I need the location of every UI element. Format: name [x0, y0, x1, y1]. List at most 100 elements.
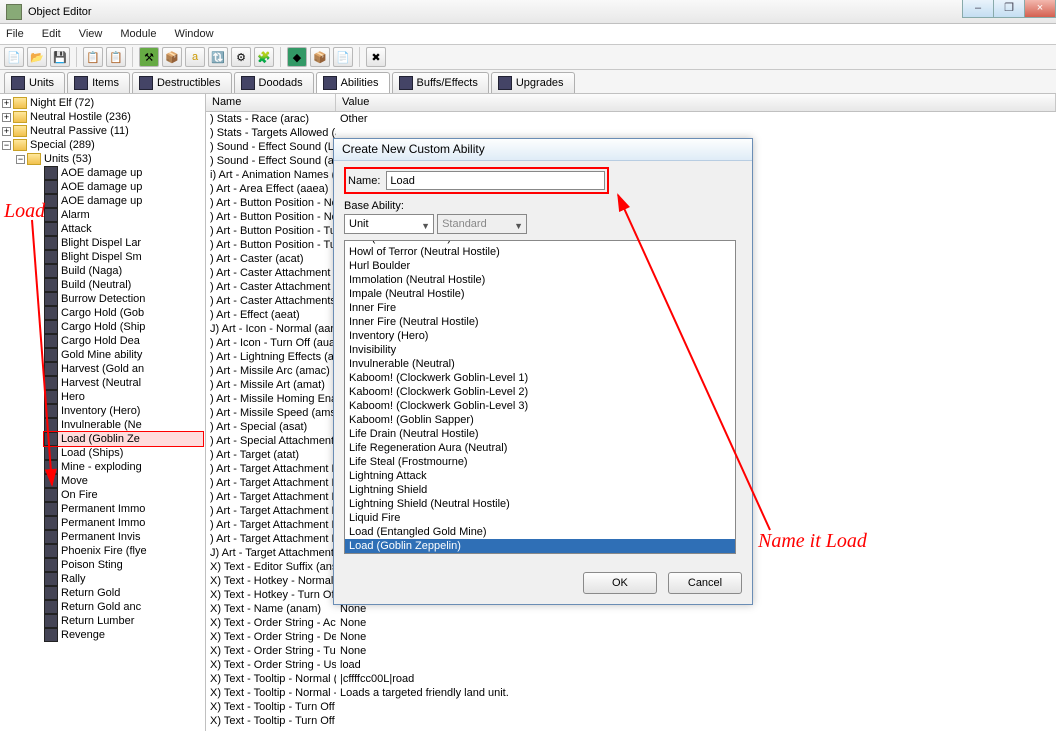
tree-item[interactable]: Poison Sting	[44, 558, 203, 572]
property-row[interactable]: ) Stats - Race (arac)Other	[206, 112, 1056, 126]
list-item[interactable]: Lightning Shield	[345, 483, 735, 497]
tree-item[interactable]: Mine - exploding	[44, 460, 203, 474]
category-combo[interactable]: Unit	[344, 214, 434, 234]
tree-item[interactable]: AOE damage up	[44, 194, 203, 208]
tree-item[interactable]: Harvest (Neutral	[44, 376, 203, 390]
tree-item[interactable]: On Fire	[44, 488, 203, 502]
expand-icon[interactable]: −	[2, 141, 11, 150]
tree-item[interactable]: Alarm	[44, 208, 203, 222]
save-icon[interactable]: 💾	[50, 47, 70, 67]
tool-icon[interactable]: 📦	[162, 47, 182, 67]
property-row[interactable]: X) Text - Tooltip - Turn Off (a...	[206, 700, 1056, 714]
menu-edit[interactable]: Edit	[40, 26, 63, 42]
tree-item[interactable]: Burrow Detection	[44, 292, 203, 306]
list-item[interactable]: Load (Goblin Zeppelin)	[345, 539, 735, 553]
list-item[interactable]: Kaboom! (Clockwerk Goblin-Level 3)	[345, 399, 735, 413]
tree-folder[interactable]: Neutral Passive (11)	[30, 124, 129, 138]
expand-icon[interactable]: +	[2, 127, 11, 136]
list-item[interactable]: Kaboom! (Goblin Sapper)	[345, 413, 735, 427]
list-item[interactable]: Immolation (Neutral Hostile)	[345, 273, 735, 287]
property-row[interactable]: X) Text - Order String - Use/...load	[206, 658, 1056, 672]
tree-item[interactable]: Rally	[44, 572, 203, 586]
list-item[interactable]: Load (Entangled Gold Mine)	[345, 525, 735, 539]
list-item[interactable]: Kaboom! (Clockwerk Goblin-Level 2)	[345, 385, 735, 399]
expand-icon[interactable]: +	[2, 99, 11, 108]
list-item[interactable]: Invulnerable (Neutral)	[345, 357, 735, 371]
tree-item[interactable]: Load (Goblin Ze	[44, 432, 203, 446]
tree-item[interactable]: Permanent Immo	[44, 516, 203, 530]
base-ability-list[interactable]: HeroHex (Neutral Hostile)Howl of Terror …	[344, 240, 736, 554]
list-item[interactable]: Impale (Neutral Hostile)	[345, 287, 735, 301]
tab-destructibles[interactable]: Destructibles	[132, 72, 232, 93]
menu-file[interactable]: File	[4, 26, 26, 42]
tree-folder[interactable]: Special (289)	[30, 138, 95, 152]
tree-item[interactable]: Build (Neutral)	[44, 278, 203, 292]
tab-buffs-effects[interactable]: Buffs/Effects	[392, 72, 489, 93]
list-item[interactable]: Inner Fire (Neutral Hostile)	[345, 315, 735, 329]
tree-item[interactable]: Move	[44, 474, 203, 488]
tree-item[interactable]: AOE damage up	[44, 180, 203, 194]
list-item[interactable]: Hurl Boulder	[345, 259, 735, 273]
tool-icon[interactable]: a	[185, 47, 205, 67]
property-row[interactable]: X) Text - Order String - Turn ...None	[206, 644, 1056, 658]
list-item[interactable]: Invisibility	[345, 343, 735, 357]
list-item[interactable]: Inner Fire	[345, 301, 735, 315]
tree-item[interactable]: Revenge	[44, 628, 203, 642]
new-icon[interactable]: 📄	[4, 47, 24, 67]
menu-window[interactable]: Window	[172, 26, 215, 42]
tree-item[interactable]: Hero	[44, 390, 203, 404]
tab-abilities[interactable]: Abilities	[316, 72, 390, 93]
tree-item[interactable]: Return Lumber	[44, 614, 203, 628]
tree-item[interactable]: Cargo Hold Dea	[44, 334, 203, 348]
list-item[interactable]: Life Drain (Neutral Hostile)	[345, 427, 735, 441]
expand-icon[interactable]: −	[16, 155, 25, 164]
tree-item[interactable]: Load (Ships)	[44, 446, 203, 460]
property-row[interactable]: X) Text - Order String - Deac...None	[206, 630, 1056, 644]
tool-icon[interactable]: 📄	[333, 47, 353, 67]
tab-units[interactable]: Units	[4, 72, 65, 93]
copy-icon[interactable]: 📋	[83, 47, 103, 67]
tool-icon[interactable]: 🔃	[208, 47, 228, 67]
tree-item[interactable]: Permanent Invis	[44, 530, 203, 544]
tree-item[interactable]: Cargo Hold (Ship	[44, 320, 203, 334]
tool-icon[interactable]: ⚒	[139, 47, 159, 67]
property-row[interactable]: X) Text - Tooltip - Turn Off ...	[206, 714, 1056, 728]
tree-item[interactable]: Inventory (Hero)	[44, 404, 203, 418]
tree-item[interactable]: Build (Naga)	[44, 264, 203, 278]
list-item[interactable]: Howl of Terror (Neutral Hostile)	[345, 245, 735, 259]
tree-folder[interactable]: Night Elf (72)	[30, 96, 94, 110]
list-item[interactable]: Life Regeneration Aura (Neutral)	[345, 441, 735, 455]
list-item[interactable]: Lightning Shield (Neutral Hostile)	[345, 497, 735, 511]
expand-icon[interactable]: +	[2, 113, 11, 122]
tree-item[interactable]: AOE damage up	[44, 166, 203, 180]
tree-item[interactable]: Invulnerable (Ne	[44, 418, 203, 432]
tree-item[interactable]: Cargo Hold (Gob	[44, 306, 203, 320]
property-row[interactable]: X) Text - Tooltip - Normal (at...|cffffc…	[206, 672, 1056, 686]
tree-item[interactable]: Phoenix Fire (flye	[44, 544, 203, 558]
ok-button[interactable]: OK	[583, 572, 657, 594]
tree-item[interactable]: Permanent Immo	[44, 502, 203, 516]
close-button[interactable]: ×	[1024, 0, 1056, 18]
open-icon[interactable]: 📂	[27, 47, 47, 67]
tool-icon[interactable]: 🧩	[254, 47, 274, 67]
paste-icon[interactable]: 📋	[106, 47, 126, 67]
minimize-button[interactable]: –	[962, 0, 994, 18]
menu-view[interactable]: View	[77, 26, 105, 42]
ability-name-input[interactable]	[386, 171, 605, 190]
tab-doodads[interactable]: Doodads	[234, 72, 314, 93]
list-item[interactable]: Inventory (Hero)	[345, 329, 735, 343]
tree-item[interactable]: Blight Dispel Lar	[44, 236, 203, 250]
tree-item[interactable]: Gold Mine ability	[44, 348, 203, 362]
tool-icon[interactable]: ⚙	[231, 47, 251, 67]
tree-item[interactable]: Blight Dispel Sm	[44, 250, 203, 264]
tool-icon[interactable]: ✖	[366, 47, 386, 67]
cancel-button[interactable]: Cancel	[668, 572, 742, 594]
tree-item[interactable]: Attack	[44, 222, 203, 236]
column-name[interactable]: Name	[206, 94, 336, 111]
list-item[interactable]: Liquid Fire	[345, 511, 735, 525]
tree-folder[interactable]: Units (53)	[44, 152, 92, 166]
tree-item[interactable]: Return Gold anc	[44, 600, 203, 614]
tree-item[interactable]: Harvest (Gold an	[44, 362, 203, 376]
tool-icon[interactable]: ◆	[287, 47, 307, 67]
tree-item[interactable]: Return Gold	[44, 586, 203, 600]
